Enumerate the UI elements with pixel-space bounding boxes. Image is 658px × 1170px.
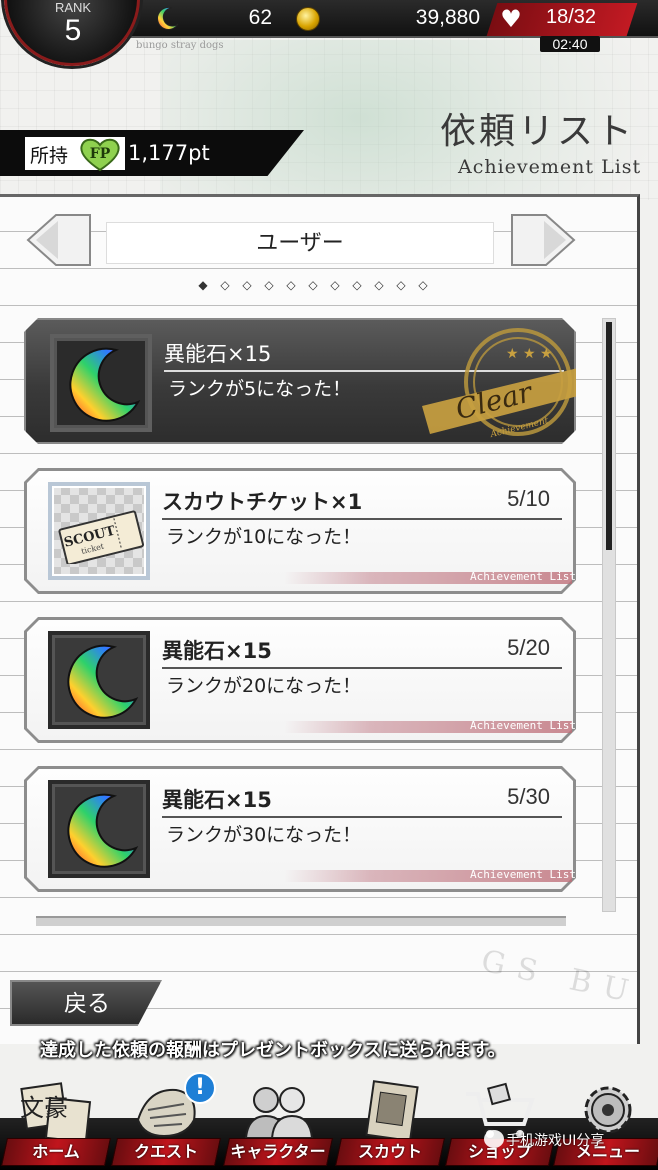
reward-icon-frame: SCOUT ticket	[48, 482, 150, 580]
characters-icon	[244, 1087, 314, 1139]
page-indicator: ◆ ◇ ◇ ◇ ◇ ◇ ◇ ◇ ◇ ◇ ◇	[194, 276, 434, 294]
achievement-card[interactable]: 異能石×15 5/20 ランクが20になった！ Achievement List	[24, 617, 576, 743]
card-footer-text: Achievement List	[470, 719, 576, 732]
achievement-card[interactable]: 異能石×15 5/30 ランクが30になった！ Achievement List	[24, 766, 576, 892]
reward-name: 異能石×15	[162, 639, 272, 663]
nav-label-frame: クエスト	[111, 1138, 221, 1166]
page-dot[interactable]: ◇	[260, 277, 278, 293]
page-dot[interactable]: ◇	[392, 277, 410, 293]
fp-heart-icon: FP	[80, 138, 120, 172]
stone-icon	[157, 6, 179, 30]
reward-icon-frame	[48, 631, 150, 729]
back-button[interactable]: 戻る	[10, 980, 162, 1026]
nav-shop[interactable]: ショップ	[445, 1074, 555, 1170]
page-dot[interactable]: ◇	[216, 277, 234, 293]
page-dot[interactable]: ◆	[194, 277, 212, 293]
achievement-card[interactable]: SCOUT ticket スカウトチケット×1 5/10 ランクが10になった！…	[24, 468, 576, 594]
next-category-button[interactable]	[510, 213, 576, 267]
nav-character[interactable]: キャラクター	[223, 1074, 333, 1170]
card-footer-text: Achievement List	[470, 570, 576, 583]
category-title: ユーザー	[106, 222, 494, 264]
achievement-progress: 5/10	[507, 486, 550, 511]
nav-scout[interactable]: スカウト	[335, 1074, 445, 1170]
quest-alert-badge: !	[184, 1072, 216, 1104]
ap-value: 18/32	[545, 6, 597, 28]
scrollbar-thumb[interactable]	[606, 322, 612, 550]
nav-quest[interactable]: ! クエスト	[111, 1072, 221, 1170]
achievement-condition: ランクが20になった！	[166, 675, 362, 697]
game-subtitle: bungo stray dogs	[136, 40, 224, 51]
card-footer-text: Achievement List	[470, 868, 576, 881]
rank-label: RANK	[54, 0, 92, 15]
nav-menu[interactable]: メニュー	[553, 1074, 658, 1170]
reward-icon-frame	[50, 334, 152, 432]
card-divider	[162, 816, 562, 818]
home-art-text: 文豪	[20, 1094, 68, 1122]
ap-timer: 02:40	[540, 36, 600, 52]
moon-stone-icon	[60, 643, 140, 721]
page-dot[interactable]: ◇	[326, 277, 344, 293]
moon-stone-icon	[62, 346, 142, 424]
fp-badge-text: FP	[90, 146, 111, 162]
achievement-progress: 5/30	[507, 784, 550, 809]
stone-count: 62	[248, 6, 272, 29]
reward-name: 異能石×15	[162, 788, 272, 812]
nav-label: スカウト	[357, 1142, 422, 1161]
stamp-stars: ★ ★ ★	[506, 346, 553, 362]
achievement-condition: ランクが10になった！	[166, 526, 362, 548]
watermark-text: 手机游戏UI分享	[506, 1133, 605, 1149]
nav-home[interactable]: 文豪 ホーム	[1, 1074, 111, 1170]
achievement-condition: ランクが30になった！	[166, 824, 362, 846]
reward-name: スカウトチケット×1	[162, 490, 363, 514]
page-title: 依頼リスト	[440, 111, 636, 152]
next-card-peek	[36, 916, 566, 926]
achievement-condition: ランクが5になった！	[168, 378, 352, 400]
page-dot[interactable]: ◇	[304, 277, 322, 293]
card-divider	[162, 518, 562, 520]
coin-icon	[296, 7, 320, 31]
points-label: 所持	[30, 145, 69, 167]
reward-icon-frame	[48, 780, 150, 878]
reward-name: 異能石×15	[164, 342, 272, 366]
coin-count: 39,880	[415, 6, 480, 29]
prev-category-button[interactable]	[26, 213, 92, 267]
page-subtitle: Achievement List	[458, 156, 642, 178]
scout-icon	[365, 1080, 419, 1142]
rank-value: 5	[64, 14, 82, 47]
nav-label: ホーム	[32, 1142, 80, 1161]
card-divider	[162, 667, 562, 669]
nav-label-frame: スカウト	[335, 1138, 445, 1166]
clear-stamp: ★ ★ ★ Clear Achievement	[418, 324, 578, 442]
moon-stone-icon	[60, 792, 140, 870]
page-dot[interactable]: ◇	[238, 277, 256, 293]
achievement-card-cleared[interactable]: 異能石×15 ランクが5になった！ ★ ★ ★ Clear Achievemen…	[24, 318, 576, 444]
page-dot[interactable]: ◇	[348, 277, 366, 293]
page-dot[interactable]: ◇	[370, 277, 388, 293]
page-dot[interactable]: ◇	[414, 277, 432, 293]
ap-heart-icon: ♥	[500, 5, 522, 33]
watermark-icon	[484, 1130, 504, 1148]
nav-label: クエスト	[133, 1142, 198, 1161]
reward-notice: 達成した依頼の報酬はプレゼントボックスに送られます。	[40, 1040, 506, 1061]
scout-ticket-icon: SCOUT ticket	[58, 510, 144, 564]
nav-label-frame: キャラクター	[223, 1138, 333, 1166]
achievement-progress: 5/20	[507, 635, 550, 660]
page-dot[interactable]: ◇	[282, 277, 300, 293]
nav-label: キャラクター	[230, 1142, 326, 1161]
points-value: 1,177pt	[128, 141, 210, 165]
nav-label-frame: ホーム	[1, 1138, 111, 1166]
home-book-icon: 文豪	[20, 1082, 92, 1142]
